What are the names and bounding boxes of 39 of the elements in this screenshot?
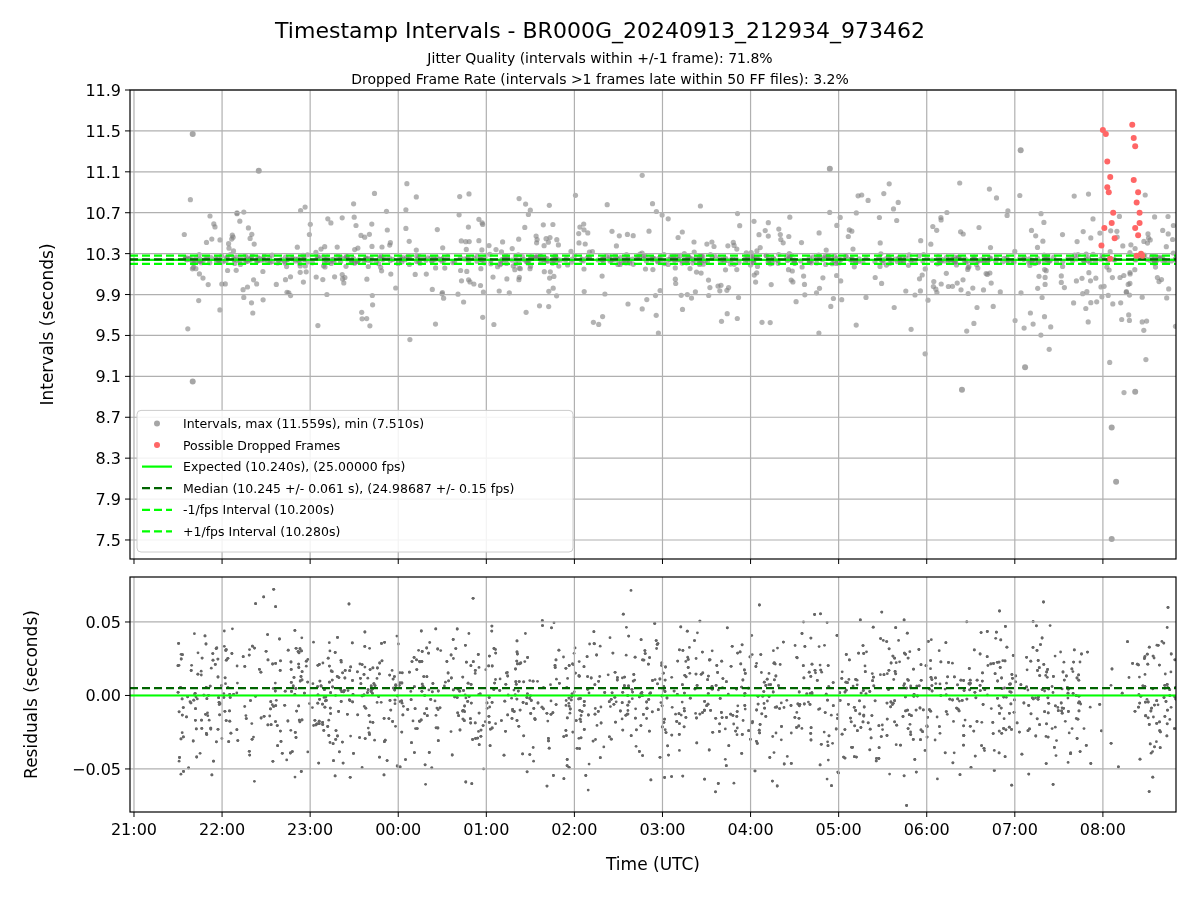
tick-label: 04:00 (727, 820, 774, 839)
tick-label: 0.05 (85, 612, 121, 632)
tick-label: 11.5 (85, 121, 121, 141)
figure-subtitle: Dropped Frame Rate (intervals >1 frames late within 50 FF files): 3.2% (351, 71, 849, 87)
legend-label: Median (10.245 +/- 0.061 s), (24.98687 +/- 0.15 fps) (183, 480, 515, 496)
tick-label: 11.1 (85, 162, 121, 182)
axis-label: Intervals (seconds) (37, 243, 57, 406)
tick-label: 11.9 (85, 81, 121, 100)
tick-label: 07:00 (991, 820, 1038, 839)
tick-label: 8.3 (95, 449, 121, 469)
legend-label: +1/fps Interval (10.280s) (183, 523, 341, 539)
tick-label: 23:00 (287, 820, 334, 839)
figure-title: Timestamp Intervals - BR000G_20240913_212934_973462 (275, 18, 925, 43)
tick-label: 9.1 (95, 367, 121, 387)
tick-label: −0.05 (71, 759, 121, 779)
tick-label: 01:00 (463, 820, 510, 839)
axis-label: Time (UTC) (606, 854, 700, 874)
tick-label: 22:00 (199, 820, 246, 839)
tick-label: 05:00 (815, 820, 862, 839)
tick-label: 7.9 (95, 490, 121, 510)
tick-label: 7.5 (95, 531, 121, 550)
axis-label: Residuals (seconds) (21, 610, 41, 779)
tick-label: 9.5 (95, 326, 121, 346)
tick-label: 03:00 (639, 820, 686, 839)
tick-label: 8.7 (95, 408, 121, 428)
legend-label: -1/fps Interval (10.200s) (183, 502, 335, 518)
tick-label: 10.7 (85, 203, 121, 223)
tick-label: 10.3 (85, 244, 121, 264)
tick-label: 06:00 (903, 820, 950, 839)
tick-label: 02:00 (551, 820, 598, 839)
tick-label: 08:00 (1079, 820, 1126, 839)
figure-subtitle: Jitter Quality (intervals within +/-1 frame): 71.8% (427, 50, 773, 66)
legend-label: Possible Dropped Frames (183, 437, 341, 453)
legend-label: Intervals, max (11.559s), min (7.510s) (183, 415, 425, 431)
tick-label: 0.00 (85, 686, 121, 706)
legend-label: Expected (10.240s), (25.00000 fps) (183, 459, 406, 475)
tick-label: 21:00 (110, 820, 158, 839)
tick-label: 00:00 (375, 820, 422, 839)
tick-label: 9.9 (95, 285, 121, 305)
